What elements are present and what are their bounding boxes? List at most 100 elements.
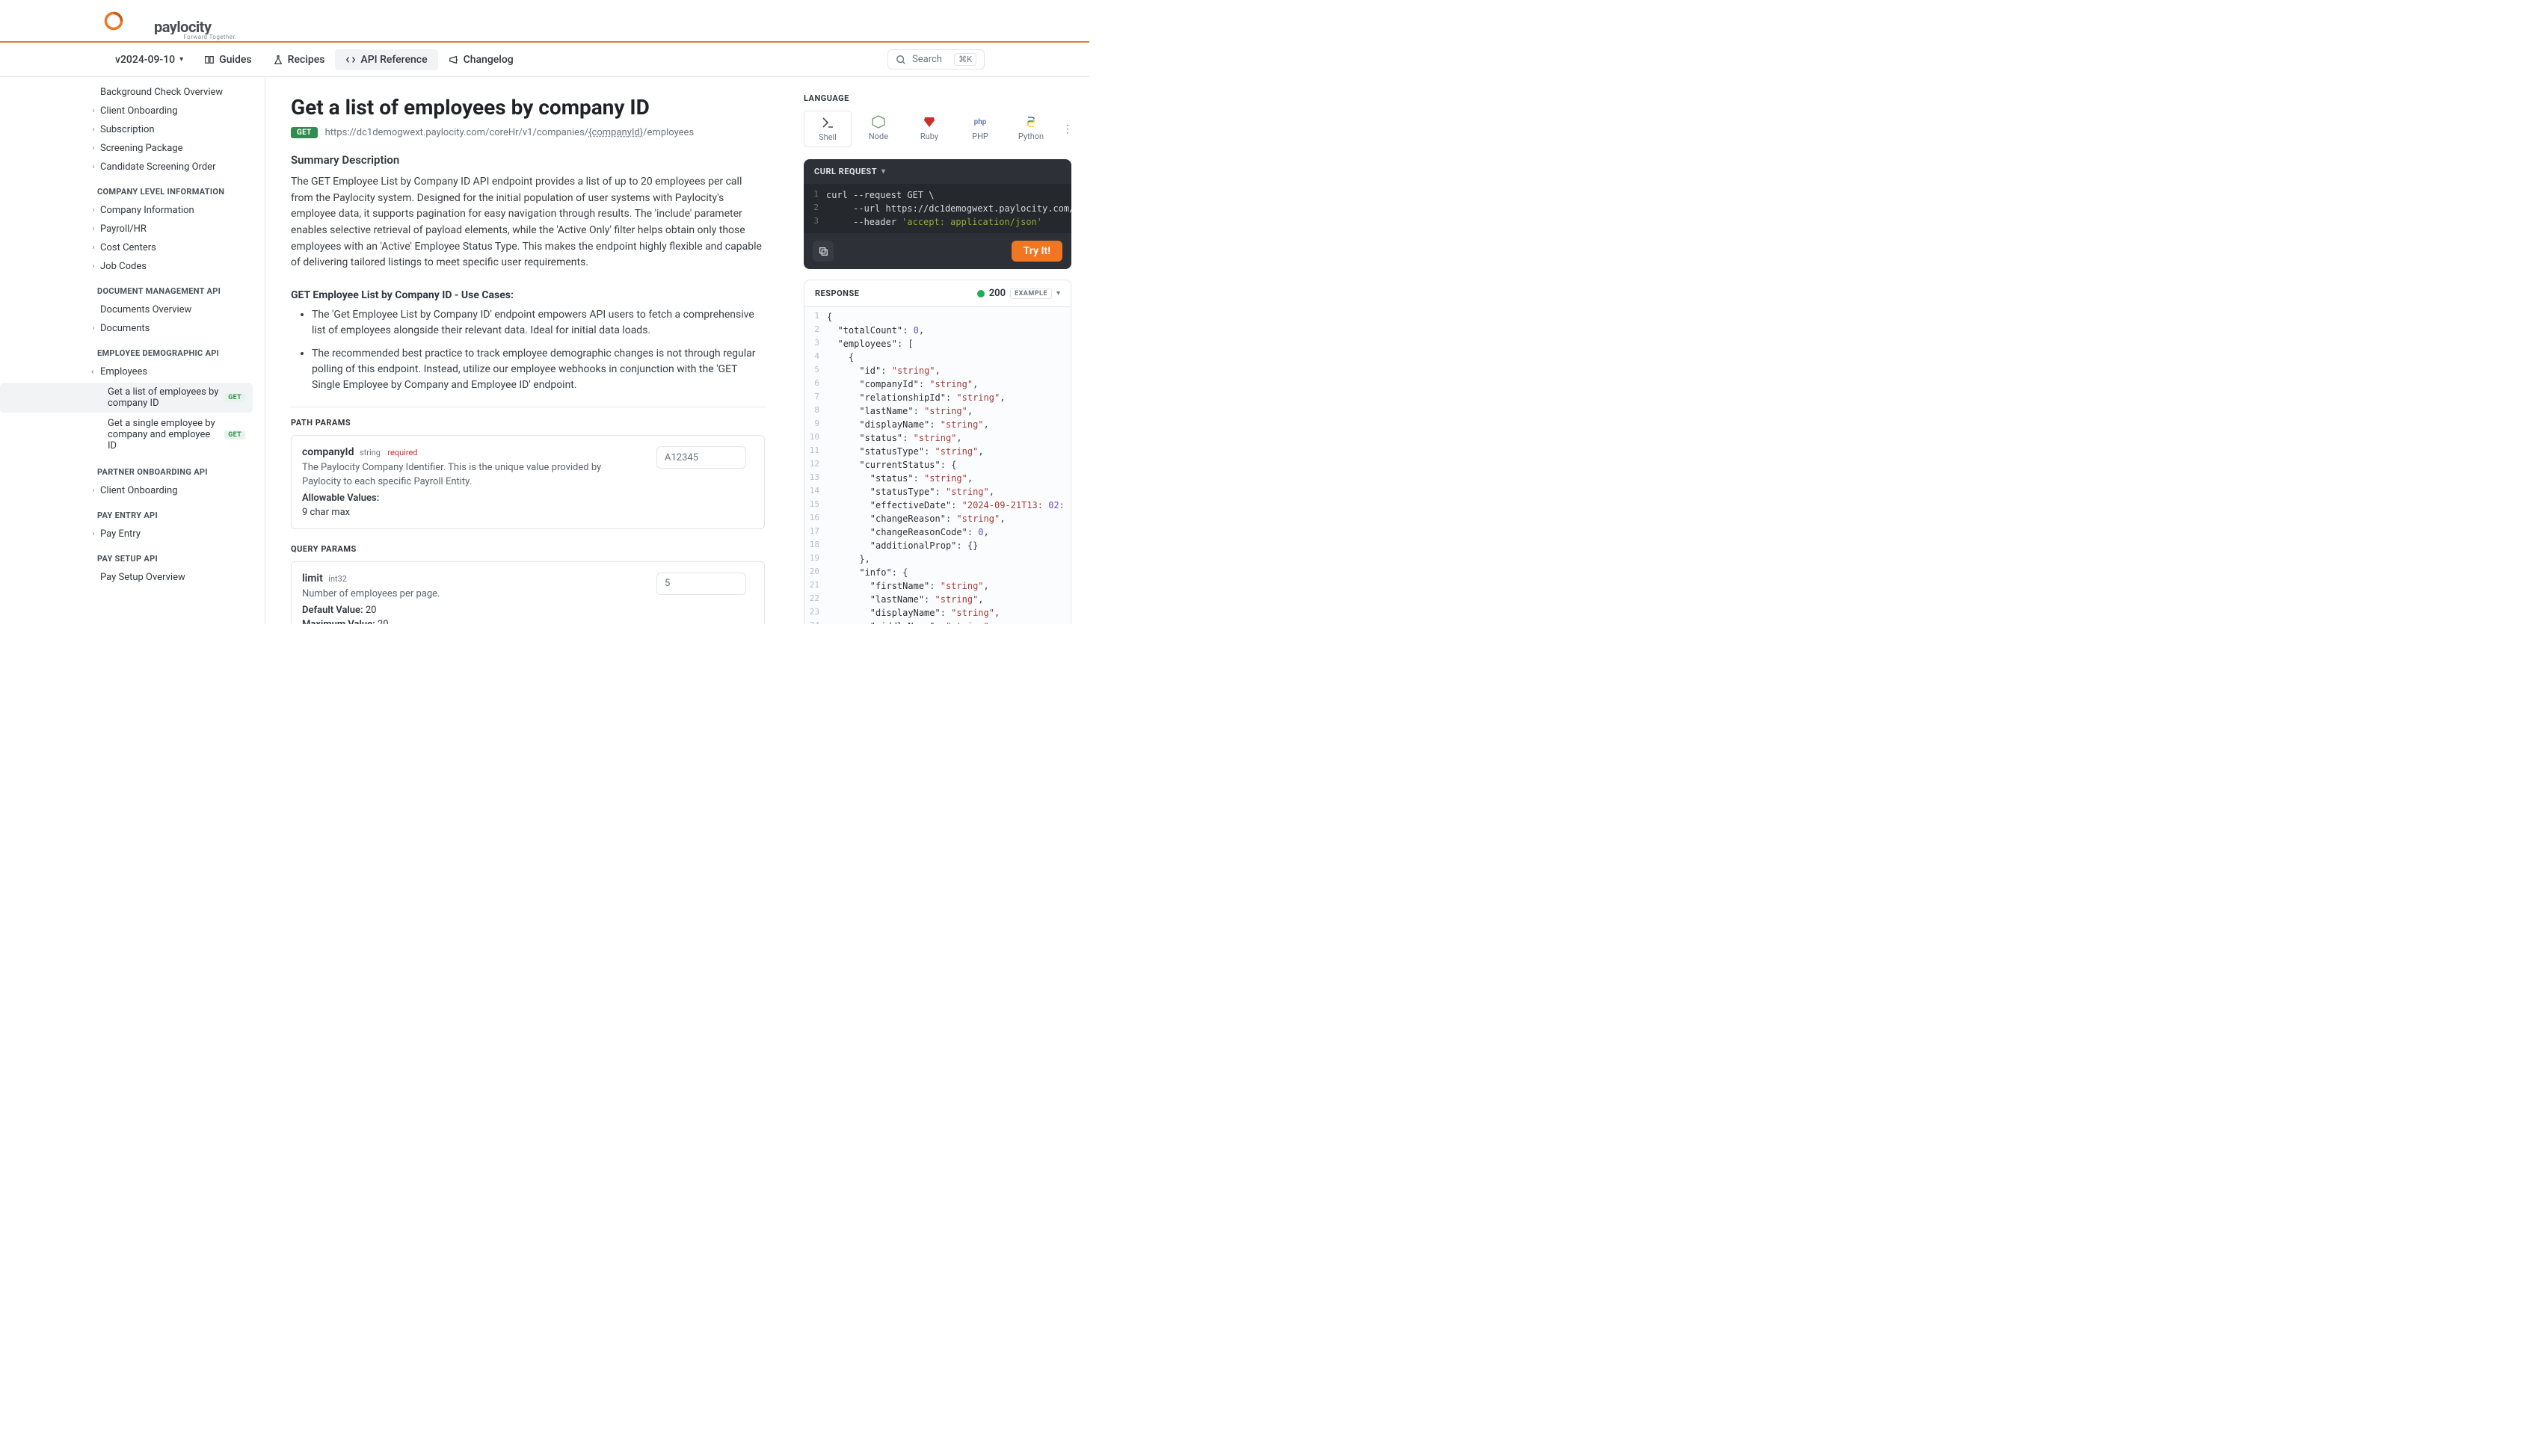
- node-icon: [872, 115, 885, 129]
- sidebar-item[interactable]: ›Payroll/HR: [0, 220, 259, 238]
- response-line: 2 "totalCount": 0,: [804, 324, 1071, 337]
- logo[interactable]: paylocity Forward Together.: [103, 1, 237, 40]
- sidebar-child-item[interactable]: Get a list of employees by company ID GET: [0, 383, 253, 413]
- lang-label: Shell: [819, 132, 837, 142]
- lang-tab-php[interactable]: phpPHP: [956, 111, 1004, 147]
- endpoint-url[interactable]: https://dc1demogwext.paylocity.com/coreH…: [325, 127, 695, 138]
- response-line: 20 "info": {: [804, 566, 1071, 579]
- lang-label: PHP: [972, 132, 988, 141]
- lang-more-button[interactable]: ⋮: [1058, 111, 1077, 147]
- chevron-right-icon: ›: [90, 126, 97, 134]
- version-dropdown[interactable]: v2024-09-10 ▾: [105, 49, 194, 70]
- param-type: string: [360, 448, 381, 457]
- response-line: 8 "lastName": "string",: [804, 404, 1071, 418]
- param-input-limit[interactable]: 5: [656, 573, 746, 595]
- megaphone-icon: [449, 55, 459, 65]
- nav-changelog[interactable]: Changelog: [438, 49, 524, 70]
- param-required: required: [387, 448, 417, 457]
- search-placeholder: Search: [912, 54, 942, 65]
- request-code: 1curl --request GET \ 2 --url https://dc…: [804, 184, 1071, 233]
- response-code: 1{2 "totalCount": 0,3 "employees": [4 {5…: [804, 307, 1071, 624]
- book-icon: [204, 55, 215, 65]
- sidebar-item[interactable]: ›Subscription: [0, 120, 259, 139]
- sidebar-item-label: Documents: [100, 323, 150, 334]
- chevron-right-icon: ›: [90, 107, 97, 115]
- sidebar-item[interactable]: ›Job Codes: [0, 257, 259, 276]
- code-icon: [345, 55, 356, 65]
- request-dropdown[interactable]: CURL REQUEST ▾: [804, 159, 1071, 184]
- chevron-right-icon: ›: [90, 144, 97, 152]
- param-desc: The Paylocity Company Identifier. This i…: [302, 461, 641, 490]
- main-content: Get a list of employees by company ID GE…: [265, 77, 790, 624]
- lang-tab-node[interactable]: Node: [855, 111, 902, 147]
- chevron-icon: ›: [90, 262, 97, 271]
- sidebar-group-heading: EMPLOYEE DEMOGRAPHIC API: [0, 338, 259, 363]
- response-line: 7 "relationshipId": "string",: [804, 391, 1071, 404]
- sidebar-item-label: Payroll/HR: [100, 223, 147, 235]
- sidebar-item[interactable]: ›Candidate Screening Order: [0, 158, 259, 176]
- chevron-down-icon: ▾: [881, 167, 886, 176]
- language-heading: LANGUAGE: [804, 93, 1071, 103]
- method-badge: GET: [224, 393, 245, 402]
- search-input[interactable]: Search ⌘K: [887, 49, 985, 70]
- sidebar: Background Check Overview›Client Onboard…: [0, 77, 265, 624]
- response-line: 16 "changeReason": "string",: [804, 512, 1071, 525]
- lang-label: Ruby: [920, 132, 938, 141]
- page-title: Get a list of employees by company ID: [291, 95, 765, 120]
- lang-tab-shell[interactable]: Shell: [804, 111, 852, 147]
- sidebar-child-item[interactable]: Get a single employee by company and emp…: [0, 414, 253, 455]
- chevron-down-icon: ▾: [179, 55, 183, 64]
- sidebar-group-heading: DOCUMENT MANAGEMENT API: [0, 276, 259, 300]
- sidebar-item-label: Get a list of employees by company ID: [108, 386, 220, 409]
- usecase-item: The 'Get Employee List by Company ID' en…: [312, 307, 765, 339]
- param-input-companyid[interactable]: A12345: [656, 446, 746, 469]
- sidebar-item[interactable]: ⌄Employees: [0, 363, 259, 381]
- response-heading: RESPONSE: [815, 289, 859, 298]
- lang-tab-python[interactable]: Python: [1007, 111, 1055, 147]
- nav-api-reference[interactable]: API Reference: [335, 49, 437, 70]
- method-badge: GET: [291, 127, 318, 138]
- lang-tab-ruby[interactable]: Ruby: [905, 111, 953, 147]
- sidebar-item[interactable]: ›Screening Package: [0, 139, 259, 158]
- nav-guides[interactable]: Guides: [194, 49, 262, 70]
- chevron-icon: ›: [90, 225, 97, 233]
- sidebar-item-label: Employees: [100, 366, 147, 377]
- response-line: 4 {: [804, 351, 1071, 364]
- sidebar-item[interactable]: ›Client Onboarding: [0, 481, 259, 500]
- sidebar-item[interactable]: ›Documents: [0, 319, 259, 338]
- response-line: 1{: [804, 310, 1071, 324]
- shell-icon: [821, 116, 834, 129]
- search-icon: [896, 55, 906, 65]
- try-it-button[interactable]: Try It!: [1012, 241, 1062, 262]
- sidebar-item-label: Subscription: [100, 124, 155, 135]
- sidebar-item[interactable]: ›Company Information: [0, 201, 259, 220]
- sidebar-group-heading: PAY ENTRY API: [0, 500, 259, 525]
- sidebar-group-heading: COMPANY LEVEL INFORMATION: [0, 176, 259, 201]
- param-type: int32: [328, 574, 347, 584]
- sidebar-item[interactable]: ›Client Onboarding: [0, 102, 259, 120]
- sidebar-item[interactable]: ›Pay Entry: [0, 525, 259, 543]
- param-name: companyId: [302, 446, 354, 458]
- sidebar-item[interactable]: Pay Setup Overview: [0, 568, 259, 587]
- chevron-down-icon[interactable]: ▾: [1056, 289, 1060, 297]
- chevron-icon: ›: [90, 206, 97, 215]
- param-desc: Number of employees per page.: [302, 587, 641, 602]
- endpoint-row: GET https://dc1demogwext.paylocity.com/c…: [291, 127, 765, 138]
- sidebar-item-label: Cost Centers: [100, 242, 156, 253]
- sidebar-item-label: Pay Entry: [100, 528, 141, 540]
- version-label: v2024-09-10: [115, 54, 175, 66]
- response-line: 19 },: [804, 552, 1071, 566]
- sidebar-item[interactable]: Documents Overview: [0, 300, 259, 319]
- nav-recipes[interactable]: Recipes: [262, 49, 336, 70]
- search-shortcut: ⌘K: [954, 53, 976, 66]
- usecase-item: The recommended best practice to track e…: [312, 346, 765, 393]
- sidebar-group-heading: PAY SETUP API: [0, 543, 259, 568]
- chevron-icon: ⌄: [90, 368, 98, 376]
- sidebar-item[interactable]: ›Cost Centers: [0, 238, 259, 257]
- copy-button[interactable]: [813, 241, 834, 262]
- param-name: limit: [302, 573, 323, 584]
- response-line: 9 "displayName": "string",: [804, 418, 1071, 431]
- sidebar-item[interactable]: Background Check Overview: [0, 83, 259, 102]
- right-rail: LANGUAGE Shell Node Ruby phpPHPPython⋮ CURL…: [790, 77, 1089, 624]
- copy-icon: [818, 246, 828, 256]
